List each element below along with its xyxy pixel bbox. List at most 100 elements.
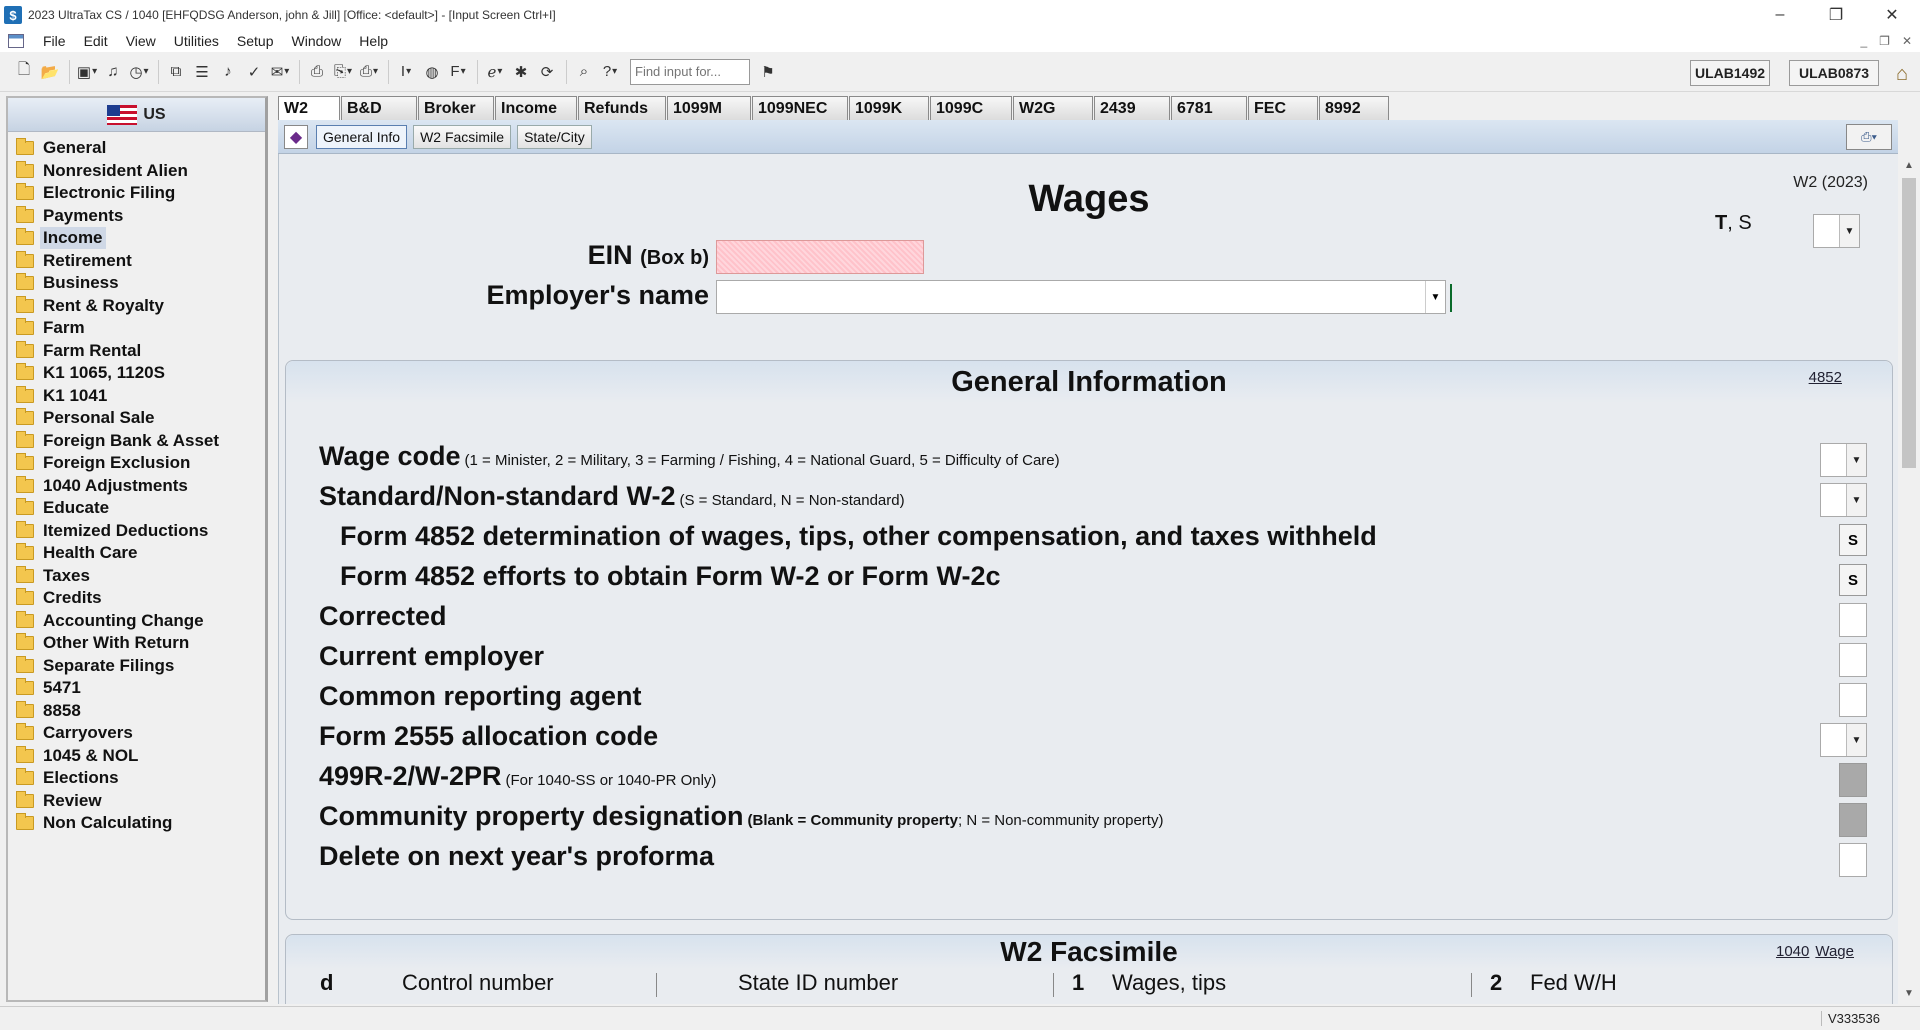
link-wage[interactable]: Wage bbox=[1815, 943, 1854, 960]
tab-2439[interactable]: 2439 bbox=[1094, 96, 1170, 120]
mdi-minimize-icon[interactable]: _ bbox=[1860, 34, 1867, 48]
sidebar-item-separate-filings[interactable]: Separate Filings bbox=[8, 655, 265, 678]
list-icon[interactable]: ☰ bbox=[190, 60, 214, 84]
sidebar-item-other-with-return[interactable]: Other With Return bbox=[8, 632, 265, 655]
sidebar-item-k1-1041[interactable]: K1 1041 bbox=[8, 385, 265, 408]
print-form-icon[interactable]: ⎙▾ bbox=[1846, 124, 1892, 150]
user-button-2[interactable]: ULAB0873 bbox=[1789, 60, 1879, 86]
sidebar-item-general[interactable]: General bbox=[8, 137, 265, 160]
sidebar-item-foreign-bank-asset[interactable]: Foreign Bank & Asset bbox=[8, 430, 265, 453]
menu-view[interactable]: View bbox=[117, 33, 165, 49]
copy-icon[interactable]: ⧉ bbox=[164, 60, 188, 84]
sidebar-item-farm[interactable]: Farm bbox=[8, 317, 265, 340]
ein-field[interactable] bbox=[716, 240, 924, 274]
mdi-restore-icon[interactable]: ❐ bbox=[1879, 34, 1890, 48]
sidebar-item-income[interactable]: Income bbox=[8, 227, 265, 250]
menu-file[interactable]: File bbox=[34, 33, 75, 49]
envelope-icon[interactable]: ✉ bbox=[268, 60, 292, 84]
form-2555-allocation-code-select[interactable]: ▼ bbox=[1820, 723, 1867, 757]
menu-help[interactable]: Help bbox=[350, 33, 397, 49]
open-folder-icon[interactable]: 📂 bbox=[38, 60, 62, 84]
restore-icon[interactable]: ❐ bbox=[1808, 0, 1864, 30]
bug-icon[interactable]: ✱ bbox=[509, 60, 533, 84]
print-batch-icon[interactable]: ⎙ bbox=[357, 60, 381, 84]
print-icon[interactable]: ⎙ bbox=[305, 60, 329, 84]
tab-refunds[interactable]: Refunds bbox=[578, 96, 666, 120]
sidebar-item-business[interactable]: Business bbox=[8, 272, 265, 295]
search-help-icon[interactable]: ⌕ bbox=[572, 60, 596, 84]
delete-on-next-year-s-proforma-checkbox[interactable] bbox=[1839, 843, 1867, 877]
help-icon[interactable]: ? bbox=[598, 60, 622, 84]
corrected-checkbox[interactable] bbox=[1839, 603, 1867, 637]
subtab-state-city[interactable]: State/City bbox=[517, 124, 592, 149]
sidebar-item-k1-1065-1120s[interactable]: K1 1065, 1120S bbox=[8, 362, 265, 385]
sidebar-item-carryovers[interactable]: Carryovers bbox=[8, 722, 265, 745]
tab-w2g[interactable]: W2G bbox=[1013, 96, 1093, 120]
book-icon[interactable]: ◆ bbox=[284, 124, 308, 149]
sidebar-item-rent-royalty[interactable]: Rent & Royalty bbox=[8, 295, 265, 318]
sidebar-header[interactable]: US bbox=[8, 98, 265, 132]
chevron-down-icon[interactable]: ▼ bbox=[1425, 281, 1445, 313]
tab-income[interactable]: Income bbox=[495, 96, 577, 120]
wage-code-select[interactable]: ▼ bbox=[1820, 443, 1867, 477]
print-preview-icon[interactable]: ⎘ bbox=[331, 60, 355, 84]
sidebar-item-health-care[interactable]: Health Care bbox=[8, 542, 265, 565]
quick-access-icon[interactable]: ⚑ bbox=[756, 60, 780, 84]
tab-w2[interactable]: W2 bbox=[278, 96, 340, 120]
current-employer-checkbox[interactable] bbox=[1839, 643, 1867, 677]
fields-icon[interactable]: F bbox=[446, 60, 470, 84]
common-reporting-agent-checkbox[interactable] bbox=[1839, 683, 1867, 717]
scroll-down-icon[interactable]: ▼ bbox=[1898, 984, 1920, 1002]
close-icon[interactable]: ✕ bbox=[1864, 0, 1920, 30]
link-4852[interactable]: 4852 bbox=[1809, 369, 1842, 386]
menu-edit[interactable]: Edit bbox=[75, 33, 117, 49]
sidebar-item-nonresident-alien[interactable]: Nonresident Alien bbox=[8, 160, 265, 183]
save-icon[interactable]: ▣ bbox=[75, 60, 99, 84]
tab-1099k[interactable]: 1099K bbox=[849, 96, 929, 120]
check-icon[interactable]: ✓ bbox=[242, 60, 266, 84]
document-window-icon[interactable] bbox=[8, 34, 24, 48]
scroll-up-icon[interactable]: ▲ bbox=[1898, 156, 1920, 174]
sidebar-item-payments[interactable]: Payments bbox=[8, 205, 265, 228]
sidebar-item-elections[interactable]: Elections bbox=[8, 767, 265, 790]
sidebar-item-personal-sale[interactable]: Personal Sale bbox=[8, 407, 265, 430]
menu-window[interactable]: Window bbox=[283, 33, 351, 49]
find-input[interactable] bbox=[630, 58, 750, 85]
tab-8992[interactable]: 8992 bbox=[1319, 96, 1389, 120]
music-note-icon[interactable]: ♫ bbox=[101, 60, 125, 84]
menu-utilities[interactable]: Utilities bbox=[165, 33, 228, 49]
sidebar-item-review[interactable]: Review bbox=[8, 790, 265, 813]
sidebar-item-retirement[interactable]: Retirement bbox=[8, 250, 265, 273]
sidebar-item-itemized-deductions[interactable]: Itemized Deductions bbox=[8, 520, 265, 543]
user-button-1[interactable]: ULAB1492 bbox=[1690, 60, 1770, 86]
sidebar-item-credits[interactable]: Credits bbox=[8, 587, 265, 610]
sidebar-item-farm-rental[interactable]: Farm Rental bbox=[8, 340, 265, 363]
input-cursor-icon[interactable]: I bbox=[394, 60, 418, 84]
sidebar-item-educate[interactable]: Educate bbox=[8, 497, 265, 520]
sidebar-item-foreign-exclusion[interactable]: Foreign Exclusion bbox=[8, 452, 265, 475]
link-1040[interactable]: 1040 bbox=[1776, 943, 1809, 960]
sidebar-item-1045-nol[interactable]: 1045 & NOL bbox=[8, 745, 265, 768]
mdi-close-icon[interactable]: ✕ bbox=[1902, 34, 1912, 48]
scroll-thumb[interactable] bbox=[1902, 178, 1916, 468]
employer-name-field[interactable]: ▼ bbox=[716, 280, 1446, 314]
subtab-general-info[interactable]: General Info bbox=[316, 124, 408, 149]
sidebar-item-electronic-filing[interactable]: Electronic Filing bbox=[8, 182, 265, 205]
sidebar-item-taxes[interactable]: Taxes bbox=[8, 565, 265, 588]
minimize-icon[interactable]: – bbox=[1752, 0, 1808, 30]
form-4852-determination-of-wages-tips-other-compensation-and-taxes-withheld-button[interactable]: S bbox=[1839, 524, 1867, 556]
globe-icon[interactable]: ◍ bbox=[420, 60, 444, 84]
refresh-icon[interactable]: ⟳ bbox=[535, 60, 559, 84]
tab-b-d[interactable]: B&D bbox=[341, 96, 417, 120]
sidebar-item-accounting-change[interactable]: Accounting Change bbox=[8, 610, 265, 633]
link-icon[interactable]: ♪ bbox=[216, 60, 240, 84]
sidebar-item-1040-adjustments[interactable]: 1040 Adjustments bbox=[8, 475, 265, 498]
sidebar-item-non-calculating[interactable]: Non Calculating bbox=[8, 812, 265, 835]
tab-fec[interactable]: FEC bbox=[1248, 96, 1318, 120]
clock-icon[interactable]: ◷ bbox=[127, 60, 151, 84]
standard-non-standard-w-2-select[interactable]: ▼ bbox=[1820, 483, 1867, 517]
tab-broker[interactable]: Broker bbox=[418, 96, 494, 120]
form-4852-efforts-to-obtain-form-w-2-or-form-w-2c-button[interactable]: S bbox=[1839, 564, 1867, 596]
tab-1099m[interactable]: 1099M bbox=[667, 96, 751, 120]
vertical-scrollbar[interactable]: ▲ ▼ bbox=[1898, 156, 1920, 1002]
